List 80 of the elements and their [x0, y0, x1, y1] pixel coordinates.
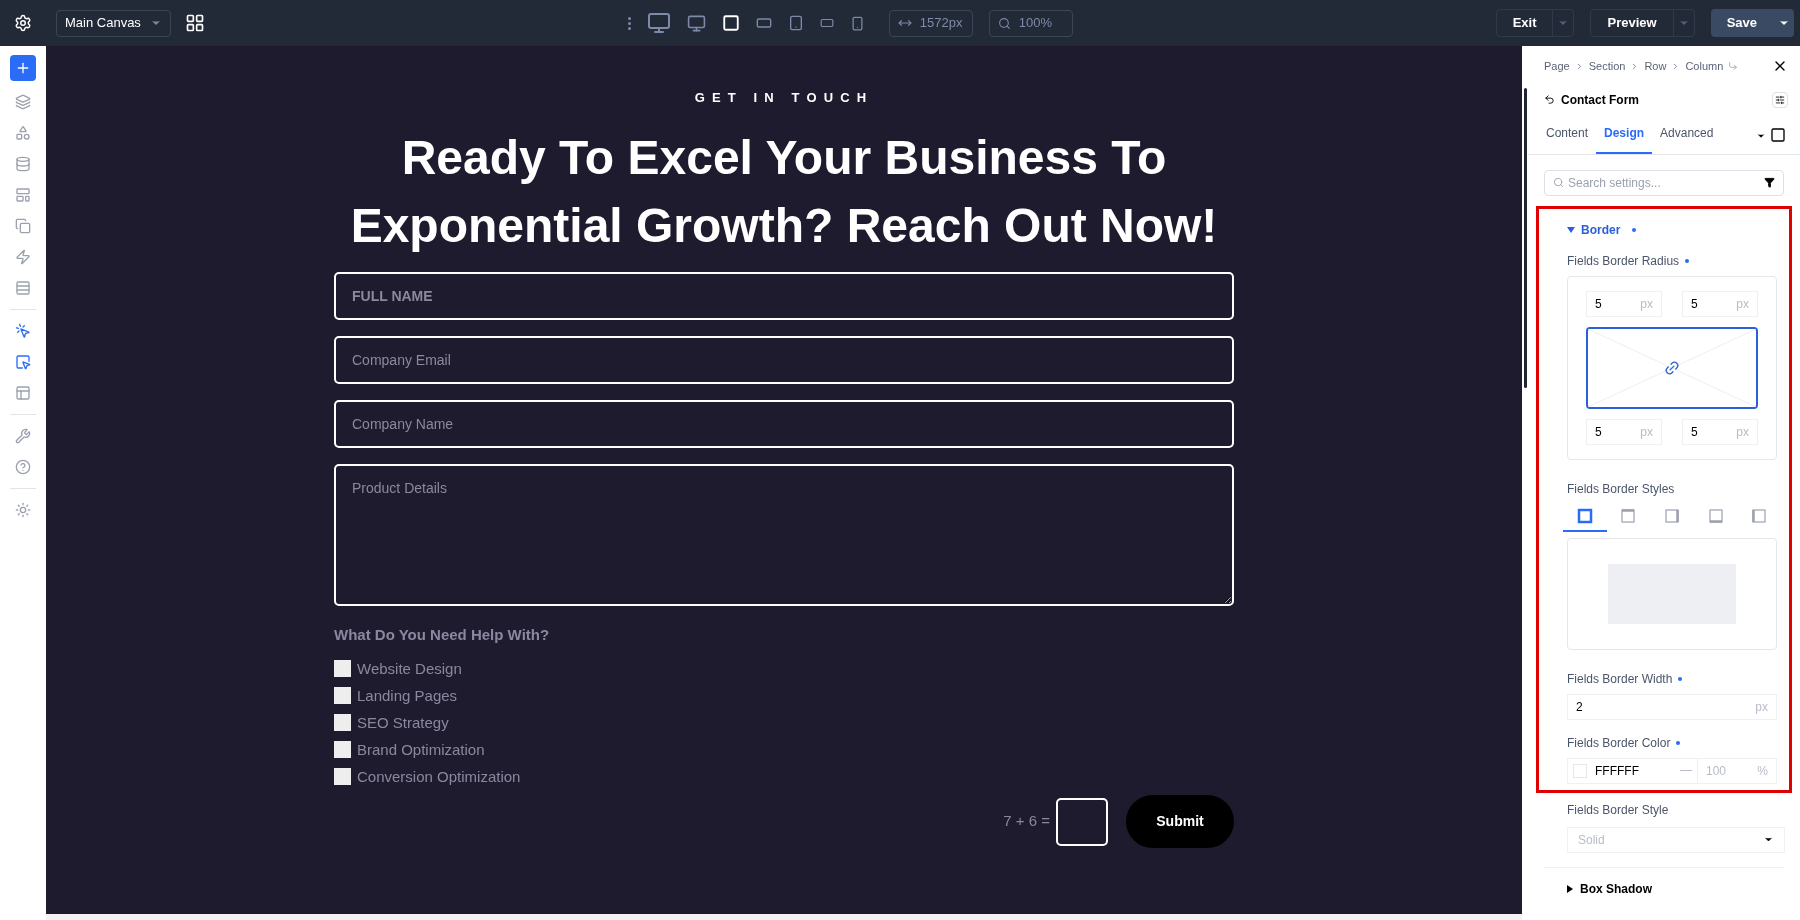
settings-icon[interactable] [14, 14, 32, 32]
tools-icon[interactable] [13, 426, 33, 446]
checkbox[interactable] [334, 660, 351, 677]
module-title: Contact Form [1561, 91, 1639, 109]
search-input[interactable]: Search settings... [1568, 173, 1760, 192]
border-right-icon [1664, 507, 1680, 524]
eyebrow-text: GET IN TOUCH [694, 89, 874, 107]
option-label: Landing Pages [357, 687, 458, 704]
pointer-icon[interactable] [13, 321, 33, 341]
question-label: What Do You Need Help With? [334, 624, 551, 645]
field-label: Fields Border Styles [1567, 480, 1676, 498]
square-icon[interactable] [1770, 127, 1786, 143]
search-icon [997, 16, 1011, 30]
field-label: Fields Border Width [1567, 669, 1777, 688]
input-field[interactable]: Company Name [334, 399, 1234, 448]
input-field[interactable]: FULL NAME [334, 271, 1234, 320]
border-bottom-icon [1707, 507, 1724, 524]
more-icon[interactable] [627, 16, 631, 30]
filter-icon[interactable] [1764, 177, 1775, 188]
add-button[interactable] [10, 55, 36, 81]
radius-input[interactable]: 5 px [1682, 290, 1758, 317]
option-label: SEO Strategy [357, 714, 449, 731]
pointer-icon[interactable] [13, 352, 33, 372]
radius-preview[interactable] [1586, 326, 1758, 409]
caret-icon [1566, 884, 1574, 893]
panel-tab[interactable]: Advanced [1652, 118, 1722, 154]
rows-icon[interactable] [13, 278, 33, 298]
plus-icon [15, 60, 31, 76]
radius-input[interactable]: 5 px [1682, 418, 1758, 445]
border-all-icon [1576, 507, 1593, 524]
scrollbar[interactable] [1523, 88, 1527, 388]
option-label: Website Design [357, 660, 462, 677]
layout-icon[interactable] [13, 383, 33, 403]
canvas-select[interactable]: Main Canvas [56, 9, 171, 37]
field-label: Fields Border Radius [1567, 251, 1777, 270]
grid-icon[interactable] [185, 13, 205, 33]
breadcrumb-link[interactable]: Column [1685, 58, 1724, 75]
captcha-question: 7 + 6 = [1003, 811, 1050, 832]
theme-icon[interactable] [13, 500, 33, 520]
checkbox[interactable] [334, 687, 351, 704]
input-field[interactable]: Company Email [334, 335, 1234, 384]
breadcrumb-link[interactable]: Page [1544, 58, 1570, 75]
submit-button[interactable]: Submit [1126, 795, 1234, 848]
page-heading: Ready To Excel Your Business To Exponential Growth? Reach Out Now! [349, 129, 1219, 254]
radius-input[interactable]: 5 px [1586, 418, 1662, 445]
shapes-icon[interactable] [13, 123, 33, 143]
panel-tab[interactable]: Content [1538, 118, 1597, 154]
caret-icon[interactable] [1756, 131, 1766, 141]
field-label: Fields Border Style [1567, 801, 1670, 819]
toggle-icon[interactable] [1772, 91, 1788, 108]
width-field[interactable]: 1572px [888, 9, 973, 37]
border-left-icon [1751, 507, 1768, 524]
section-toggle[interactable]: Box Shadow [1566, 879, 1800, 898]
radius-input[interactable]: 5 px [1586, 290, 1662, 317]
width-input[interactable]: 2 px [1567, 693, 1777, 720]
captcha-input[interactable] [1056, 797, 1108, 846]
panel-tab[interactable]: Design [1596, 118, 1653, 154]
help-icon[interactable] [13, 457, 33, 477]
breadcrumb-link[interactable]: Section [1588, 58, 1626, 75]
field-label: Fields Border Color [1567, 733, 1777, 752]
back-icon[interactable] [1544, 94, 1555, 105]
text-area[interactable]: Product Details [334, 463, 1234, 606]
zoom-field[interactable]: 100% [988, 9, 1073, 37]
template-icon[interactable] [13, 185, 33, 205]
breadcrumb-link[interactable]: Row [1644, 58, 1667, 75]
search-icon [1553, 177, 1564, 188]
checkbox[interactable] [334, 768, 351, 785]
layers-icon[interactable] [13, 92, 33, 112]
search-field[interactable]: Search settings... [1544, 169, 1784, 196]
section-toggle[interactable]: Border [1567, 220, 1637, 239]
pages-icon[interactable] [13, 216, 33, 236]
database-icon[interactable] [13, 154, 33, 174]
border-top-icon [1620, 507, 1637, 524]
corner-arrow-icon [1728, 61, 1739, 72]
checkbox[interactable] [334, 714, 351, 731]
caret-icon [1567, 226, 1575, 233]
checkbox[interactable] [334, 741, 351, 758]
option-label: Brand Optimization [357, 741, 485, 758]
lightning-icon[interactable] [13, 247, 33, 267]
option-label: Conversion Optimization [357, 768, 521, 785]
